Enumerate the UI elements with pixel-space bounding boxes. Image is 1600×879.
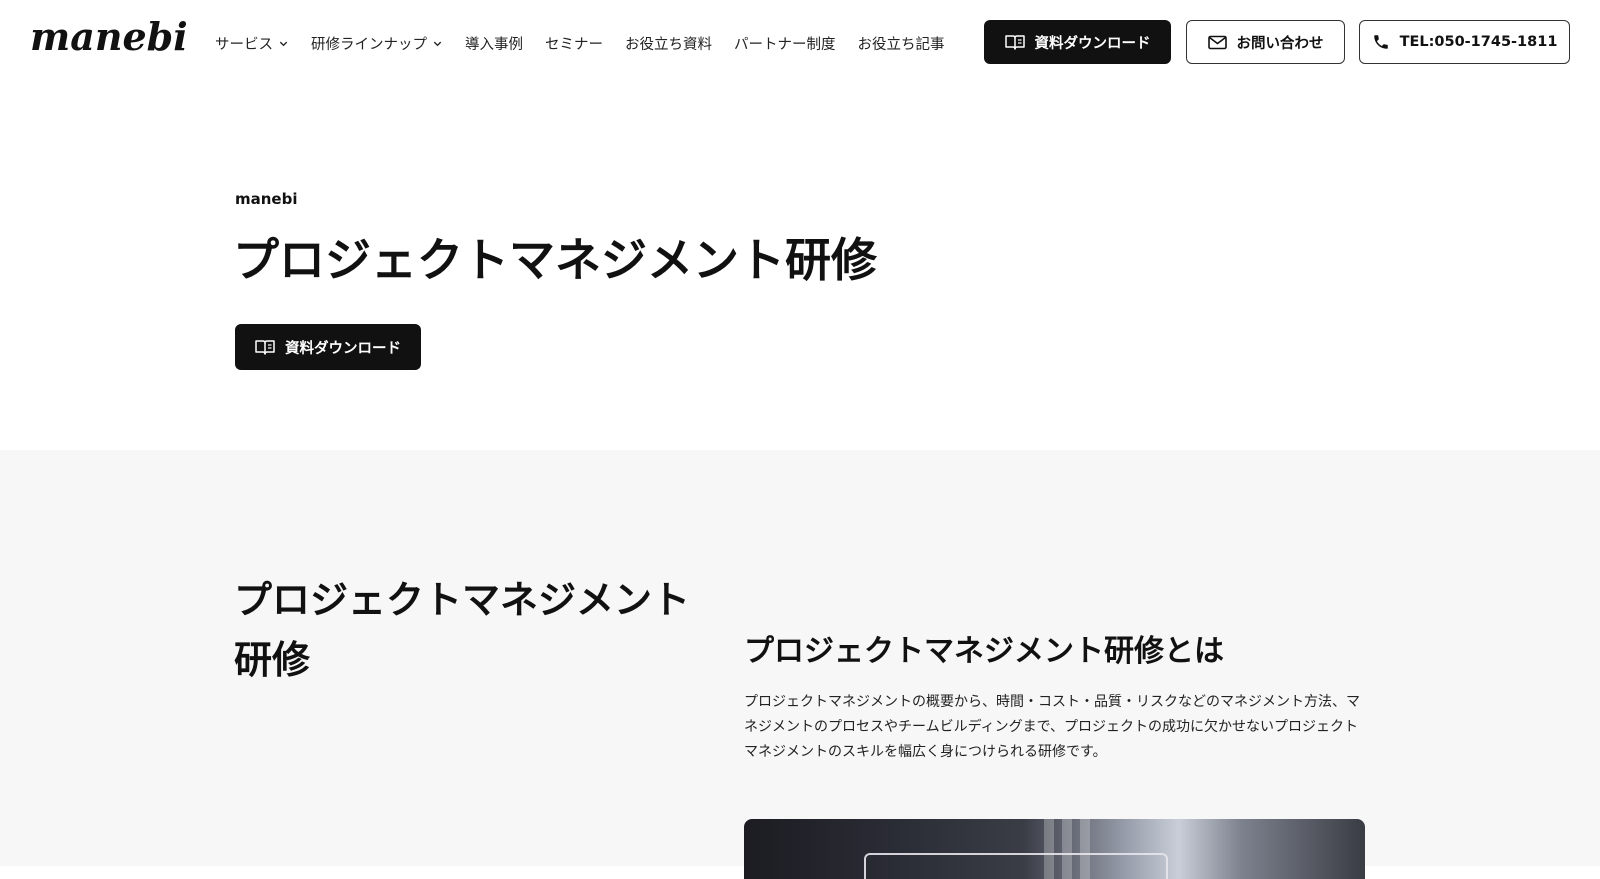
nav-item-label: パートナー制度 <box>734 36 836 53</box>
chevron-down-icon <box>279 41 288 46</box>
site-header: manebi サービス 研修ラインナップ 導入事例 セミナー お役立ち資料 パー… <box>0 0 1600 86</box>
hero-brand: manebi <box>235 190 298 208</box>
nav-item-label: 研修ラインナップ <box>311 36 427 53</box>
page-title: プロジェクトマネジメント研修 <box>233 233 877 287</box>
book-open-icon <box>1004 35 1025 50</box>
book-open-icon <box>255 340 275 355</box>
hero-section: manebi プロジェクトマネジメント研修 資料ダウンロード <box>0 86 1600 450</box>
nav-item-label: 導入事例 <box>465 36 523 53</box>
mail-icon <box>1207 35 1227 49</box>
nav-item-label: サービス <box>215 36 273 53</box>
image-screen-frame <box>864 853 1168 879</box>
nav-item-seminar[interactable]: セミナー <box>545 33 603 54</box>
header-download-button[interactable]: 資料ダウンロード <box>984 20 1171 64</box>
contact-button[interactable]: お問い合わせ <box>1186 20 1345 64</box>
chevron-down-icon <box>433 41 442 46</box>
contact-label: お問い合わせ <box>1236 35 1324 52</box>
nav-item-articles[interactable]: お役立ち記事 <box>858 33 945 54</box>
hero-download-label: 資料ダウンロード <box>285 340 401 357</box>
section-image <box>744 819 1365 879</box>
nav-item-partner[interactable]: パートナー制度 <box>734 33 836 54</box>
header-download-label: 資料ダウンロード <box>1034 35 1151 52</box>
nav-item-label: お役立ち資料 <box>625 36 712 53</box>
section-title: プロジェクトマネジメント研修 <box>234 578 691 682</box>
nav-item-service[interactable]: サービス <box>215 33 289 54</box>
nav-item-lineup[interactable]: 研修ラインナップ <box>311 33 443 54</box>
phone-icon <box>1373 35 1388 49</box>
nav-item-label: お役立ち記事 <box>857 36 945 53</box>
nav-item-label: セミナー <box>545 36 603 53</box>
tel-button[interactable]: TEL:050-1745-1811 <box>1359 20 1570 64</box>
about-section: プロジェクトマネジメント研修 プロジェクトマネジメント研修とは プロジェクトマネ… <box>0 450 1600 879</box>
nav-item-resources[interactable]: お役立ち資料 <box>625 33 712 54</box>
logo[interactable]: manebi <box>30 14 188 59</box>
section-heading: プロジェクトマネジメント研修とは <box>744 634 1224 669</box>
tel-label: TEL:050-1745-1811 <box>1399 34 1558 50</box>
section-body: プロジェクトマネジメントの概要から、時間・コスト・品質・リスクなどのマネジメント… <box>744 694 1360 760</box>
section-content: プロジェクトマネジメント研修とは プロジェクトマネジメントの概要から、時間・コス… <box>744 626 1366 779</box>
main-nav: サービス 研修ラインナップ 導入事例 セミナー お役立ち資料 パートナー制度 お… <box>215 30 967 56</box>
hero-download-button[interactable]: 資料ダウンロード <box>235 324 421 370</box>
nav-item-cases[interactable]: 導入事例 <box>465 33 523 54</box>
